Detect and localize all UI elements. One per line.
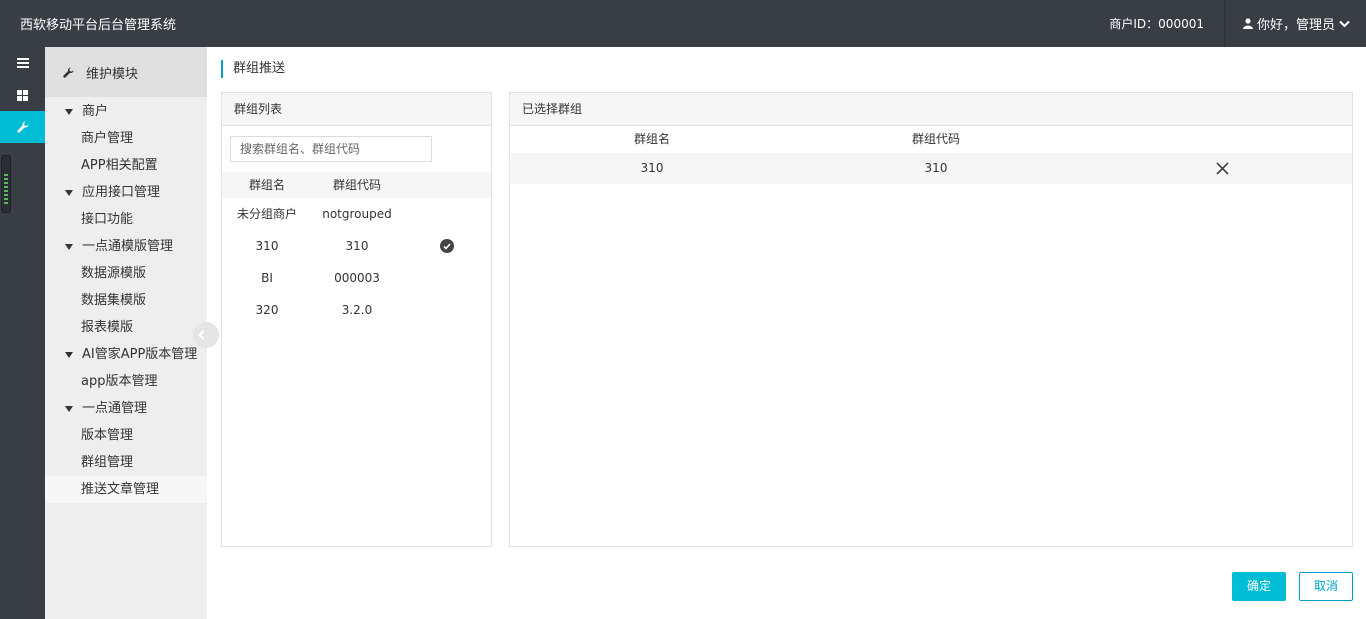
user-greeting: 你好，管理员: [1256, 18, 1335, 33]
selected-groups-title: 已选择群组: [510, 93, 1352, 126]
sidebar-item-group-manage[interactable]: 群组管理: [45, 449, 207, 476]
group-list-panel: 群组列表 群组名 群组代码 未分组商户 notgrouped 310 310 B…: [221, 92, 492, 547]
sidebar-item-push-article[interactable]: 推送文章管理: [45, 476, 207, 503]
selected-groups-header: 群组名 群组代码: [510, 126, 1352, 153]
sidebar-menu: 商户 商户管理 APP相关配置 应用接口管理 接口功能 一点通模版管理 数据源模…: [45, 97, 207, 503]
triangle-down-icon: [65, 243, 73, 250]
user-menu[interactable]: 你好，管理员: [1225, 14, 1366, 33]
sidebar-group-api-manage[interactable]: 应用接口管理: [45, 179, 207, 206]
level-indicator: [1, 155, 11, 213]
table-row: 310 310: [510, 153, 1352, 184]
sidebar-module-header: 维护模块: [45, 47, 207, 97]
top-header: 西软移动平台后台管理系统 商户ID：000001 你好，管理员: [0, 0, 1366, 47]
sidebar-item-app-version[interactable]: app版本管理: [45, 368, 207, 395]
page-title: 群组推送: [221, 60, 285, 78]
group-name-cell: 310: [255, 239, 279, 253]
sidebar-group-ydt-manage[interactable]: 一点通管理: [45, 395, 207, 422]
table-row[interactable]: BI 000003: [222, 262, 491, 294]
column-header-group-name: 群组名: [248, 178, 285, 192]
group-name-cell: 未分组商户: [236, 207, 297, 221]
dashboard-button[interactable]: [0, 79, 45, 111]
icon-rail: [0, 47, 45, 619]
sidebar-collapse-button[interactable]: [193, 322, 219, 348]
chevron-left-icon: [198, 330, 205, 340]
confirm-button[interactable]: 确定: [1232, 572, 1286, 601]
close-icon[interactable]: [1215, 161, 1230, 176]
header-right: 商户ID：000001 你好，管理员: [1109, 0, 1366, 47]
group-code-cell: 3.2.0: [341, 303, 373, 317]
group-name-cell: BI: [261, 271, 273, 285]
group-name-cell: 310: [640, 161, 664, 175]
group-list-header: 群组名 群组代码: [222, 172, 491, 198]
triangle-down-icon: [65, 405, 73, 412]
wrench-icon: [63, 66, 74, 78]
triangle-down-icon: [65, 189, 73, 196]
triangle-down-icon: [65, 108, 73, 115]
sidebar-group-template-manage[interactable]: 一点通模版管理: [45, 233, 207, 260]
chevron-down-icon: [1339, 20, 1350, 27]
sidebar-group-merchant[interactable]: 商户: [45, 98, 207, 125]
selected-groups-panel: 已选择群组 群组名 群组代码 310 310: [509, 92, 1353, 547]
wrench-icon: [16, 121, 29, 133]
sidebar-item-report-template[interactable]: 报表模版: [45, 314, 207, 341]
maintenance-button[interactable]: [0, 111, 45, 143]
dashboard-icon: [17, 89, 28, 101]
column-header-group-code: 群组代码: [332, 178, 381, 192]
sidebar-item-app-config[interactable]: APP相关配置: [45, 152, 207, 179]
table-row[interactable]: 未分组商户 notgrouped: [222, 198, 491, 230]
merchant-id: 商户ID：000001: [1109, 17, 1204, 31]
table-row[interactable]: 310 310: [222, 230, 491, 262]
column-header-group-code: 群组代码: [911, 132, 960, 146]
group-name-cell: 320: [255, 303, 279, 317]
sidebar: 维护模块 商户 商户管理 APP相关配置 应用接口管理 接口功能 一点通模版管理…: [45, 47, 219, 619]
group-code-cell: notgrouped: [322, 207, 392, 221]
group-code-cell: 310: [345, 239, 369, 253]
sidebar-item-api-function[interactable]: 接口功能: [45, 206, 207, 233]
group-code-cell: 000003: [334, 271, 380, 285]
app-title: 西软移动平台后台管理系统: [20, 18, 177, 33]
menu-toggle-button[interactable]: [0, 47, 45, 79]
group-code-cell: 310: [924, 161, 948, 175]
triangle-down-icon: [65, 351, 73, 358]
cancel-button[interactable]: 取消: [1299, 572, 1353, 601]
sidebar-item-version-manage[interactable]: 版本管理: [45, 422, 207, 449]
check-circle-icon: [440, 239, 454, 253]
module-title: 维护模块: [86, 66, 139, 82]
group-search-input[interactable]: [230, 136, 432, 162]
table-row[interactable]: 320 3.2.0: [222, 294, 491, 326]
column-header-group-name: 群组名: [633, 132, 670, 146]
sidebar-item-dataset-template[interactable]: 数据集模版: [45, 287, 207, 314]
sidebar-group-ai-app-version[interactable]: AI管家APP版本管理: [45, 341, 207, 368]
user-icon: [1242, 18, 1253, 29]
group-list-title: 群组列表: [222, 93, 491, 126]
menu-icon: [16, 58, 29, 68]
sidebar-item-merchant-manage[interactable]: 商户管理: [45, 125, 207, 152]
sidebar-item-datasource-template[interactable]: 数据源模版: [45, 260, 207, 287]
